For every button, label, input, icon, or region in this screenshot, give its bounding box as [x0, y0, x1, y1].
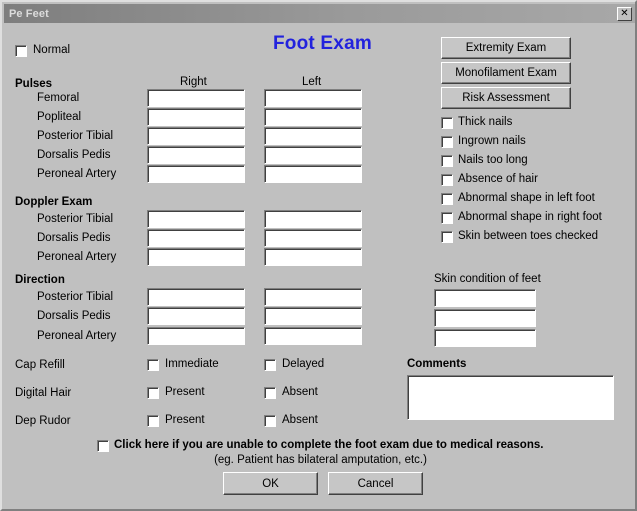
- row-label-doppler-1: Dorsalis Pedis: [37, 232, 111, 244]
- section-heading-doppler: Doppler Exam: [15, 196, 93, 208]
- row-label-pulses-1: Popliteal: [37, 111, 82, 123]
- row-label-doppler-0: Posterior Tibial: [37, 213, 114, 225]
- foot-exam-window: Pe Feet ✕ Normal Foot Exam Right Left Pu…: [0, 0, 637, 511]
- dep-rudor-absent-label: Absent: [282, 414, 318, 426]
- finding-thick-nails-label: Thick nails: [458, 116, 513, 128]
- direction-dorsalis-pedis-left-input[interactable]: [264, 307, 362, 325]
- finding-skin-between-toes-checkbox[interactable]: [441, 231, 453, 243]
- doppler-peroneal-artery-right-input[interactable]: [147, 248, 245, 266]
- cap-refill-immediate-checkbox[interactable]: [147, 359, 159, 371]
- row-label-doppler-2: Peroneal Artery: [37, 251, 117, 263]
- section-heading-pulses: Pulses: [15, 78, 53, 90]
- direction-posterior-tibial-left-input[interactable]: [264, 288, 362, 306]
- close-icon[interactable]: ✕: [617, 6, 632, 21]
- digital-hair-present-checkbox[interactable]: [147, 387, 159, 399]
- direction-peroneal-artery-left-input[interactable]: [264, 327, 362, 345]
- pulses-peroneal-artery-right-input[interactable]: [147, 165, 245, 183]
- extremity-exam-button[interactable]: Extremity Exam: [441, 37, 571, 59]
- finding-ingrown-nails-checkbox[interactable]: [441, 136, 453, 148]
- ok-button[interactable]: OK: [223, 472, 318, 495]
- row-label-pulses-0: Femoral: [37, 92, 80, 104]
- monofilament-exam-button[interactable]: Monofilament Exam: [441, 62, 571, 84]
- row-label-pulses-3: Dorsalis Pedis: [37, 149, 111, 161]
- assessment-label-dep-rudor: Dep Rudor: [15, 415, 71, 427]
- risk-assessment-button[interactable]: Risk Assessment: [441, 87, 571, 109]
- row-label-direction-0: Posterior Tibial: [37, 291, 114, 303]
- digital-hair-absent-label: Absent: [282, 386, 318, 398]
- finding-absence-of-hair-label: Absence of hair: [458, 173, 538, 185]
- row-label-direction-1: Dorsalis Pedis: [37, 310, 111, 322]
- skin-condition-input-2[interactable]: [434, 309, 536, 327]
- finding-abnormal-shape-left-foot-checkbox[interactable]: [441, 193, 453, 205]
- finding-abnormal-shape-right-foot-label: Abnormal shape in right foot: [458, 211, 602, 223]
- column-header-right: Right: [180, 76, 207, 88]
- unable-to-complete-checkbox[interactable]: [97, 440, 109, 452]
- pulses-popliteal-right-input[interactable]: [147, 108, 245, 126]
- pulses-dorsalis-pedis-left-input[interactable]: [264, 146, 362, 164]
- pulses-posterior-tibial-right-input[interactable]: [147, 127, 245, 145]
- finding-thick-nails-checkbox[interactable]: [441, 117, 453, 129]
- skin-condition-input-1[interactable]: [434, 289, 536, 307]
- page-title: Foot Exam: [273, 33, 372, 54]
- unable-to-complete-label: Click here if you are unable to complete…: [114, 439, 544, 451]
- direction-posterior-tibial-right-input[interactable]: [147, 288, 245, 306]
- doppler-dorsalis-pedis-right-input[interactable]: [147, 229, 245, 247]
- skin-condition-heading: Skin condition of feet: [434, 273, 541, 285]
- finding-abnormal-shape-right-foot-checkbox[interactable]: [441, 212, 453, 224]
- normal-label: Normal: [33, 44, 71, 56]
- row-label-direction-2: Peroneal Artery: [37, 330, 117, 342]
- digital-hair-absent-checkbox[interactable]: [264, 387, 276, 399]
- cap-refill-immediate-label: Immediate: [165, 358, 219, 370]
- skin-condition-input-3[interactable]: [434, 329, 536, 347]
- assessment-label-digital-hair: Digital Hair: [15, 387, 72, 399]
- digital-hair-present-label: Present: [165, 386, 205, 398]
- comments-textarea[interactable]: [407, 375, 614, 420]
- dep-rudor-present-checkbox[interactable]: [147, 415, 159, 427]
- doppler-posterior-tibial-right-input[interactable]: [147, 210, 245, 228]
- pulses-posterior-tibial-left-input[interactable]: [264, 127, 362, 145]
- pulses-dorsalis-pedis-right-input[interactable]: [147, 146, 245, 164]
- doppler-dorsalis-pedis-left-input[interactable]: [264, 229, 362, 247]
- row-label-pulses-4: Peroneal Artery: [37, 168, 117, 180]
- finding-nails-too-long-label: Nails too long: [458, 154, 528, 166]
- direction-dorsalis-pedis-right-input[interactable]: [147, 307, 245, 325]
- pulses-femoral-left-input[interactable]: [264, 89, 362, 107]
- finding-absence-of-hair-checkbox[interactable]: [441, 174, 453, 186]
- cap-refill-delayed-label: Delayed: [282, 358, 325, 370]
- doppler-posterior-tibial-left-input[interactable]: [264, 210, 362, 228]
- pulses-femoral-right-input[interactable]: [147, 89, 245, 107]
- comments-heading: Comments: [407, 358, 467, 370]
- assessment-label-cap-refill: Cap Refill: [15, 359, 65, 371]
- cap-refill-delayed-checkbox[interactable]: [264, 359, 276, 371]
- window-titlebar: Pe Feet ✕: [4, 4, 635, 23]
- finding-skin-between-toes-label: Skin between toes checked: [458, 230, 599, 242]
- section-heading-direction: Direction: [15, 274, 65, 286]
- column-header-left: Left: [302, 76, 322, 88]
- cancel-button[interactable]: Cancel: [328, 472, 423, 495]
- dep-rudor-absent-checkbox[interactable]: [264, 415, 276, 427]
- finding-ingrown-nails-label: Ingrown nails: [458, 135, 526, 147]
- doppler-peroneal-artery-left-input[interactable]: [264, 248, 362, 266]
- finding-nails-too-long-checkbox[interactable]: [441, 155, 453, 167]
- finding-abnormal-shape-left-foot-label: Abnormal shape in left foot: [458, 192, 595, 204]
- row-label-pulses-2: Posterior Tibial: [37, 130, 114, 142]
- pulses-popliteal-left-input[interactable]: [264, 108, 362, 126]
- unable-to-complete-note: (eg. Patient has bilateral amputation, e…: [214, 454, 427, 466]
- window-title: Pe Feet: [9, 7, 49, 20]
- pulses-peroneal-artery-left-input[interactable]: [264, 165, 362, 183]
- direction-peroneal-artery-right-input[interactable]: [147, 327, 245, 345]
- dep-rudor-present-label: Present: [165, 414, 205, 426]
- normal-checkbox[interactable]: [15, 45, 27, 57]
